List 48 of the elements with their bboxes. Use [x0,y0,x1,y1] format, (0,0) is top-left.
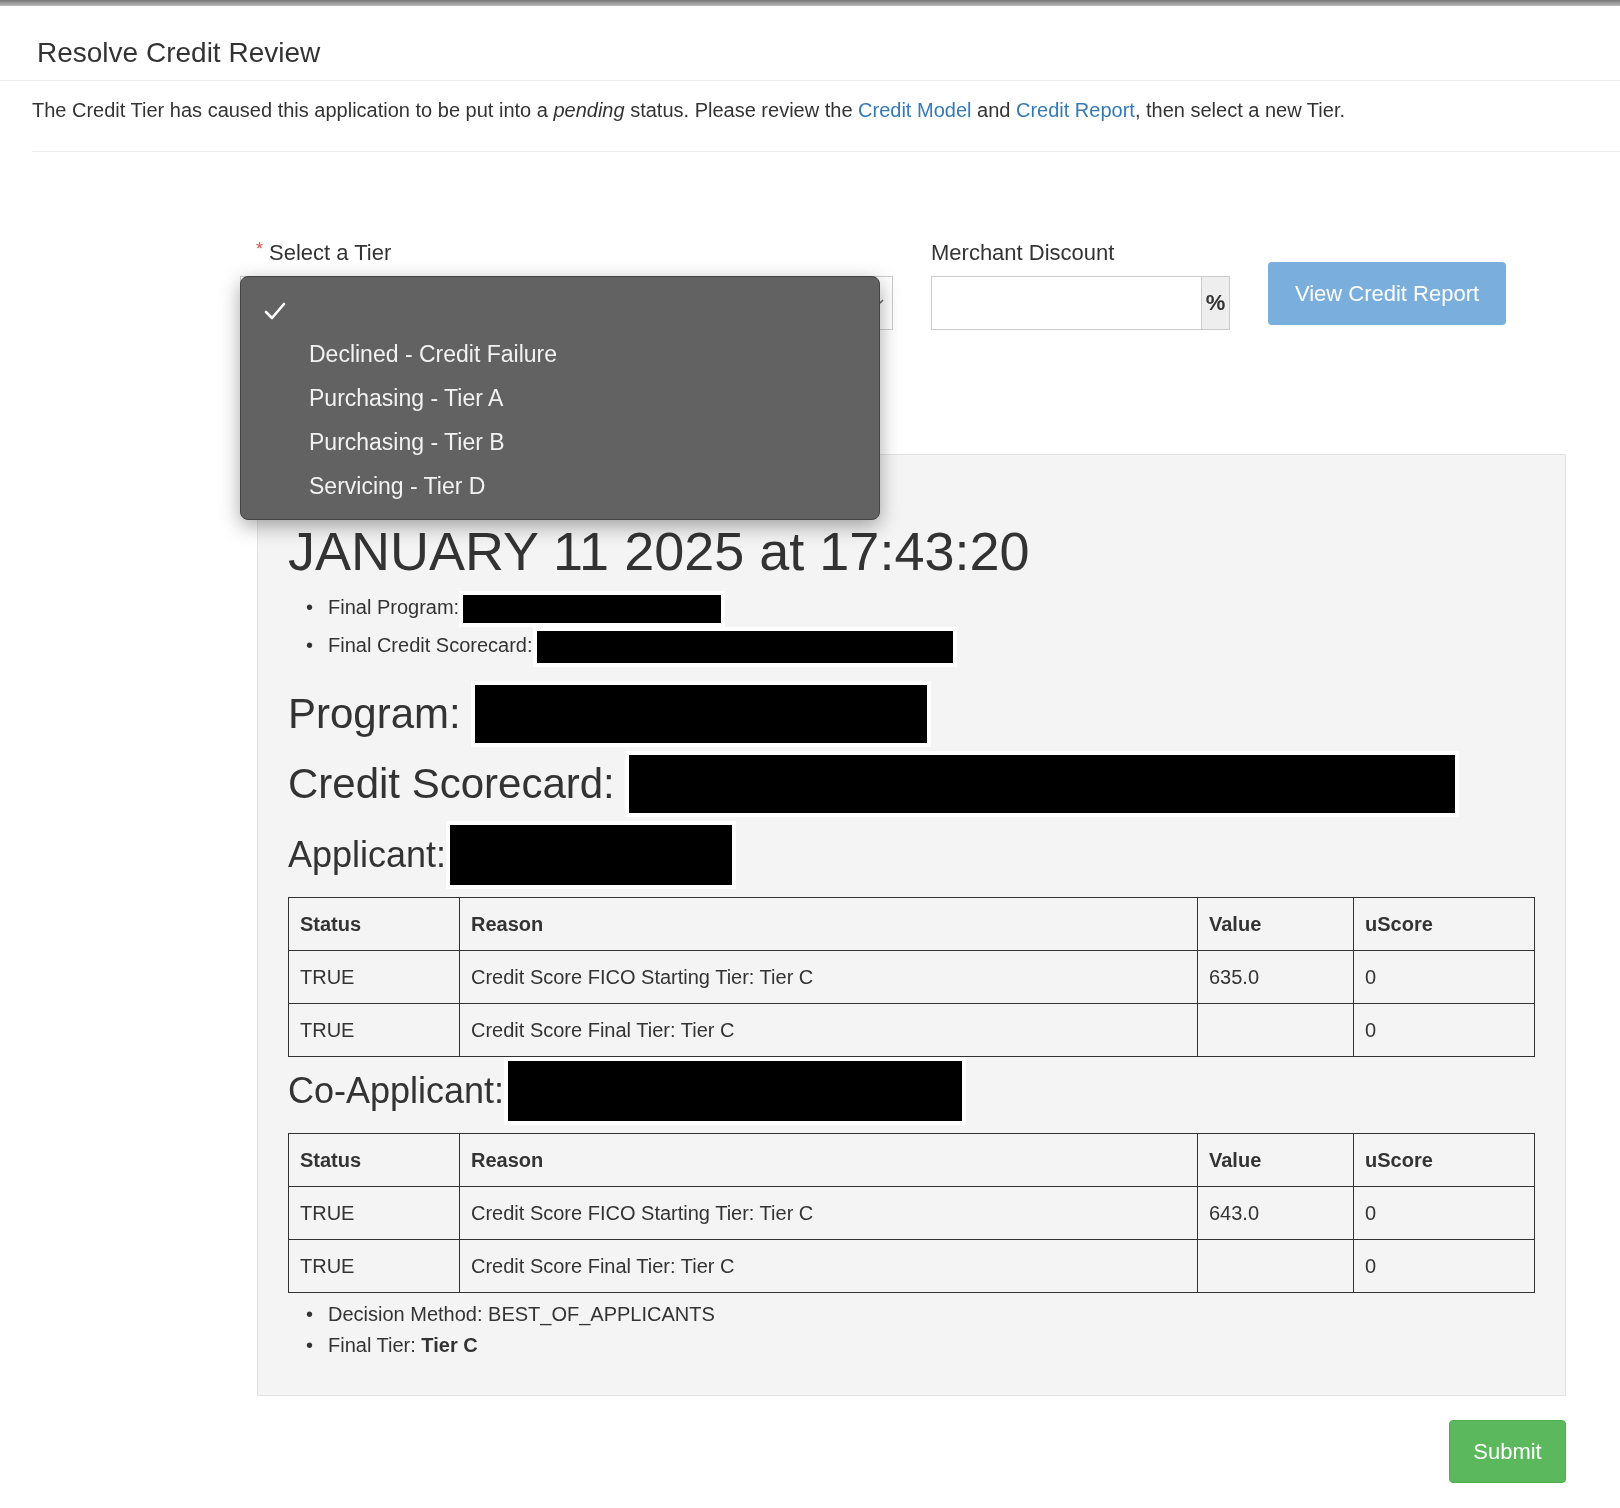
intro-text: The Credit Tier has caused this application to be put into a pending status. Please review the Credit Model and Credit Report, then select a new Tier. [32,80,1620,152]
column-header: Value [1197,897,1354,951]
scorecard-label: Credit Scorecard: [288,759,615,810]
applicant-label: Co-Applicant: [288,1068,505,1113]
table-cell: Credit Score FICO Starting Tier: Tier C [471,965,814,988]
summary-label: Final Credit Scorecard: [328,633,533,656]
table-cell: Credit Score FICO Starting Tier: Tier C [471,1201,814,1224]
applicant-label: Applicant: [288,832,447,877]
table-cell: 0 [1365,1254,1377,1277]
date-heading: JANUARY 11 2025 at 17:43:20 [288,519,1031,583]
note-text: Final Tier: Tier C [328,1333,478,1356]
dropdown-option[interactable]: Purchasing - Tier B [241,420,879,465]
field-label: Select a Tier [269,238,392,267]
table-cell: 643.0 [1209,1201,1260,1224]
table-cell: 0 [1365,1201,1377,1224]
dropdown-option[interactable]: Declined - Credit Failure [241,332,879,377]
table-cell: TRUE [300,1201,355,1224]
column-header: Value [1197,1133,1354,1187]
credit-report-link[interactable]: Credit Report [1015,98,1135,121]
column-header: Status [288,897,460,951]
column-header: Status [288,1133,460,1187]
table-cell: TRUE [300,965,355,988]
table-cell: 0 [1365,1018,1377,1041]
page-title: Resolve Credit Review [0,6,1620,81]
table-cell: TRUE [300,1254,355,1277]
table-cell: Credit Score Final Tier: Tier C [471,1254,735,1277]
column-header: Reason [459,1133,1198,1187]
required-asterisk: * [256,237,263,261]
credit-model-link[interactable]: Credit Model [858,98,972,121]
percent-addon: % [1201,275,1230,330]
bullet: • [306,632,314,658]
discount-input[interactable] [931,275,1201,330]
bullet: • [306,1301,314,1327]
bullet: • [306,1332,314,1358]
column-header: uScore [1353,897,1535,951]
field-label: Merchant Discount [931,238,1115,267]
bullet: • [306,594,314,620]
table-cell: 0 [1365,965,1377,988]
dropdown-option[interactable]: Purchasing - Tier A [241,376,879,421]
dropdown-option[interactable]: Servicing - Tier D [241,464,879,509]
summary-label: Final Program: [328,595,460,618]
note-text: Decision Method: BEST_OF_APPLICANTS [328,1302,715,1325]
table-cell: Credit Score Final Tier: Tier C [471,1018,735,1041]
column-header: Reason [459,897,1198,951]
column-header: uScore [1353,1133,1535,1187]
program-label: Program: [288,689,461,740]
table-cell: TRUE [300,1018,355,1041]
table-cell: 635.0 [1209,965,1260,988]
